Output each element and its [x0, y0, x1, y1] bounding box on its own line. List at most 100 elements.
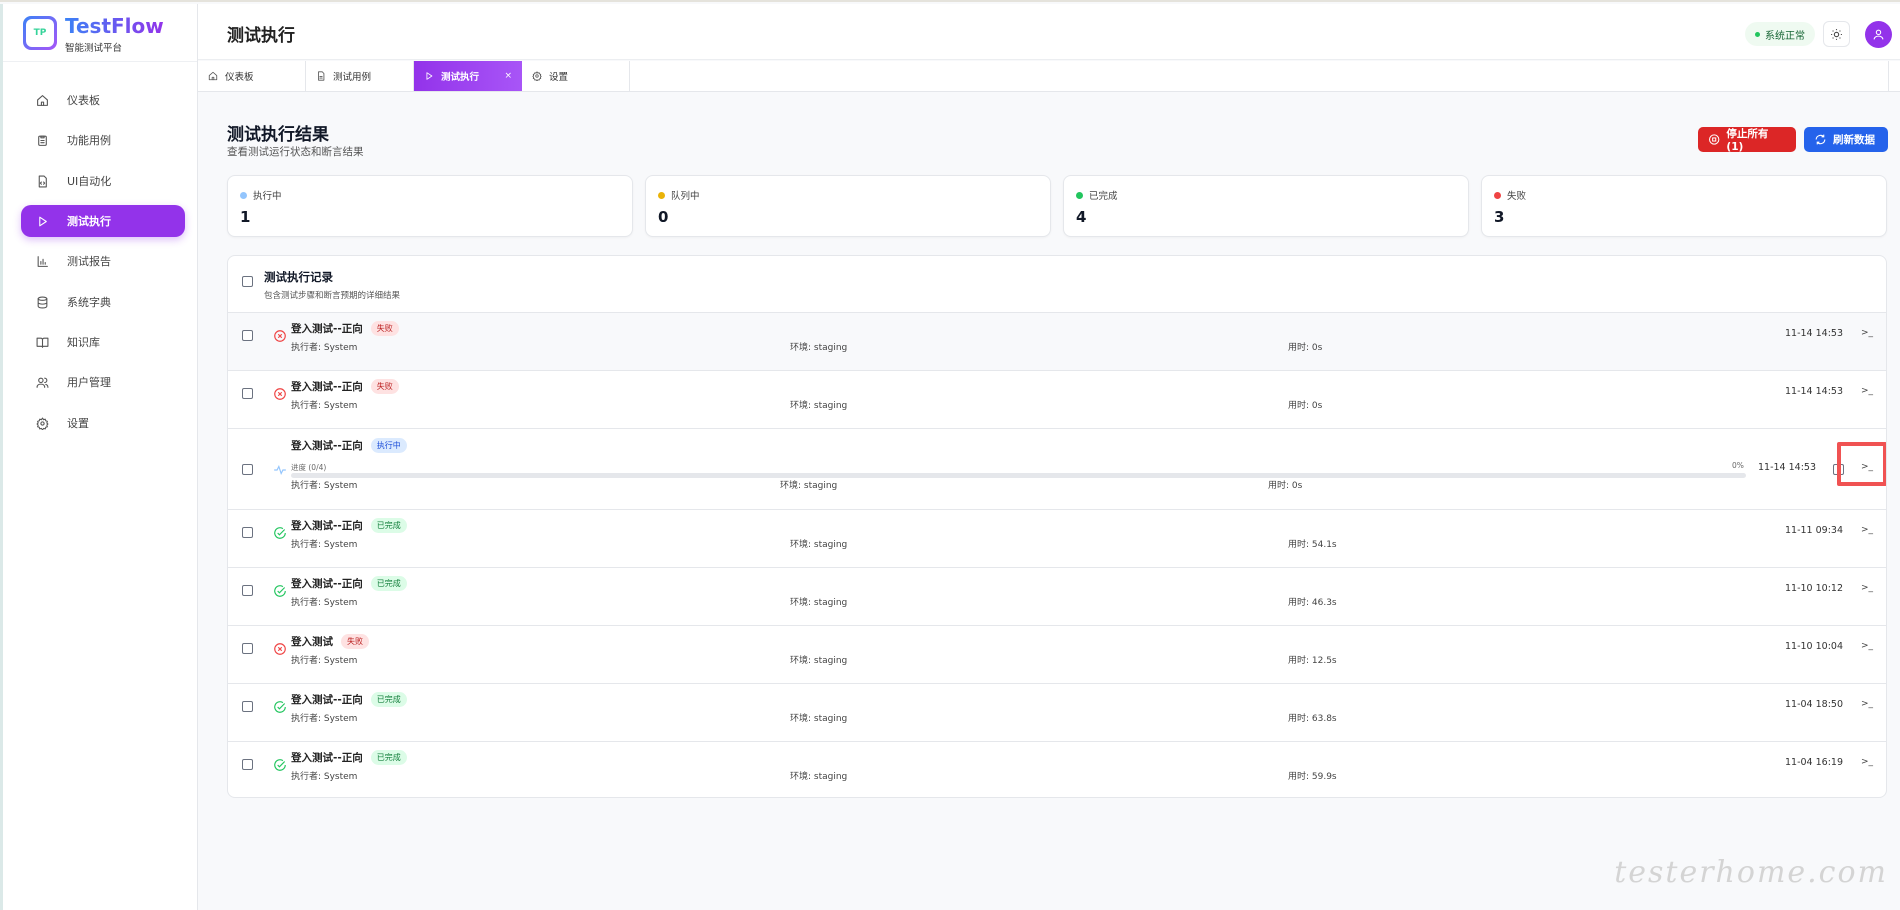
sidebar-item-8[interactable]: 设置 — [21, 407, 185, 439]
table-row[interactable]: 登入测试--正向 已完成 执行者: System 环境: staging 用时: … — [228, 510, 1886, 568]
tab-1[interactable]: 测试用例 — [306, 61, 414, 91]
sidebar-item-label: 仪表板 — [67, 94, 100, 107]
row-checkbox[interactable] — [242, 330, 253, 341]
row-checkbox[interactable] — [242, 388, 253, 399]
home-icon — [36, 94, 48, 106]
file-icon — [318, 71, 325, 81]
executor: 执行者: System — [291, 343, 358, 353]
terminal-log-button[interactable]: >_ — [1861, 757, 1873, 767]
user-avatar-button[interactable] — [1865, 21, 1892, 48]
progress-label: 进度 (0/4) — [291, 463, 327, 472]
terminal-log-button[interactable]: >_ — [1861, 583, 1873, 593]
sidebar-item-5[interactable]: 系统字典 — [21, 286, 185, 318]
sidebar-item-7[interactable]: 用户管理 — [21, 366, 185, 398]
table-row[interactable]: 登入测试--正向 已完成 执行者: System 环境: staging 用时: … — [228, 742, 1886, 797]
brand-subtitle: 智能测试平台 — [65, 43, 123, 54]
status-badge: 已完成 — [370, 518, 407, 533]
stat-card: 队列中 0 — [645, 175, 1051, 237]
tab-0[interactable]: 仪表板 — [198, 61, 306, 91]
test-name: 登入测试--正向 — [291, 323, 363, 335]
stat-label: 已完成 — [1089, 191, 1118, 202]
select-all-checkbox[interactable] — [242, 276, 253, 287]
timestamp: 11-14 14:53 — [1785, 386, 1844, 397]
stat-label: 队列中 — [671, 191, 700, 202]
sidebar-item-1[interactable]: 功能用例 — [21, 124, 185, 156]
x-circle-icon — [274, 388, 286, 400]
terminal-log-button[interactable]: >_ — [1861, 386, 1873, 396]
terminal-log-button[interactable]: >_ — [1861, 462, 1873, 472]
test-name: 登入测试--正向 — [291, 440, 363, 452]
duration: 用时: 0s — [1268, 481, 1303, 491]
tab-label: 设置 — [549, 72, 569, 83]
duration: 用时: 63.8s — [1288, 714, 1337, 724]
row-checkbox[interactable] — [242, 464, 253, 475]
table-row[interactable]: 登入测试--正向 已完成 执行者: System 环境: staging 用时: … — [228, 568, 1886, 626]
status-icon — [273, 462, 287, 476]
table-row[interactable]: 登入测试--正向 失败 执行者: System 环境: staging 用时: 0… — [228, 313, 1886, 371]
sidebar-item-4[interactable]: 测试报告 — [21, 245, 185, 277]
stat-value: 0 — [658, 208, 669, 226]
environment: 环境: staging — [790, 540, 848, 550]
logo-mark: TP — [26, 19, 54, 47]
play-icon-wrap — [35, 214, 49, 228]
stat-card: 失败 3 — [1481, 175, 1887, 237]
tab-label: 测试用例 — [333, 72, 372, 83]
tab-3[interactable]: 设置 — [522, 61, 630, 91]
executor: 执行者: System — [291, 481, 358, 491]
book-icon — [36, 337, 48, 348]
refresh-label: 刷新数据 — [1833, 134, 1875, 146]
timestamp: 11-04 16:19 — [1785, 757, 1844, 768]
executor: 执行者: System — [291, 540, 358, 550]
table-row[interactable]: 登入测试--正向 已完成 执行者: System 环境: staging 用时: … — [228, 684, 1886, 742]
terminal-log-button[interactable]: >_ — [1861, 525, 1873, 535]
test-name: 登入测试--正向 — [291, 520, 363, 532]
stop-circle-icon — [1709, 134, 1720, 145]
executor: 执行者: System — [291, 656, 358, 666]
x-circle-icon — [274, 643, 286, 655]
theme-toggle-button[interactable] — [1823, 21, 1850, 47]
timestamp: 11-14 14:53 — [1785, 328, 1844, 339]
row-checkbox[interactable] — [242, 585, 253, 596]
watermark: testerhome.com — [1614, 855, 1888, 890]
play-icon — [38, 216, 47, 226]
tab-2[interactable]: 测试执行 × — [414, 61, 522, 91]
stat-label: 失败 — [1507, 191, 1527, 202]
status-badge: 失败 — [341, 634, 369, 649]
test-name: 登入测试--正向 — [291, 578, 363, 590]
table-row[interactable]: 登入测试 失败 执行者: System 环境: staging 用时: 12.5s… — [228, 626, 1886, 684]
timestamp: 11-10 10:04 — [1785, 641, 1844, 652]
terminal-log-button[interactable]: >_ — [1861, 328, 1873, 338]
status-badge: 失败 — [370, 321, 399, 336]
table-row[interactable]: 登入测试--正向 失败 执行者: System 环境: staging 用时: 0… — [228, 371, 1886, 429]
sidebar-item-6[interactable]: 知识库 — [21, 326, 185, 358]
sidebar-item-2[interactable]: UI自动化 — [21, 165, 185, 197]
row-checkbox[interactable] — [242, 701, 253, 712]
system-status-badge: 系统正常 — [1745, 22, 1815, 46]
duration: 用时: 46.3s — [1288, 598, 1337, 608]
terminal-log-button[interactable]: >_ — [1861, 699, 1873, 709]
tab-close-button[interactable]: × — [504, 71, 512, 81]
sidebar-item-0[interactable]: 仪表板 — [21, 84, 185, 116]
sidebar-item-label: 用户管理 — [67, 376, 111, 389]
user-icon — [1873, 29, 1884, 40]
row-checkbox[interactable] — [242, 527, 253, 538]
row-checkbox[interactable] — [242, 759, 253, 770]
sidebar-item-3[interactable]: 测试执行 — [21, 205, 185, 237]
tab-bar: 仪表板 测试用例 测试执行 × 设置 — [198, 61, 1900, 92]
stop-all-button[interactable]: 停止所有 (1) — [1698, 127, 1796, 153]
page-title: 测试执行结果 — [227, 125, 329, 145]
environment: 环境: staging — [790, 401, 848, 411]
stat-card: 执行中 1 — [227, 175, 633, 237]
environment: 环境: staging — [790, 656, 848, 666]
divider — [3, 61, 197, 62]
bar-chart-icon-wrap — [35, 254, 49, 268]
row-checkbox[interactable] — [242, 643, 253, 654]
refresh-button[interactable]: 刷新数据 — [1804, 127, 1888, 152]
table-row[interactable]: 登入测试--正向 执行中 进度 (0/4) 0% 执行者: System 环境: s… — [228, 429, 1886, 510]
terminal-log-button[interactable]: >_ — [1861, 641, 1873, 651]
tab-scroll-button[interactable] — [1888, 61, 1894, 92]
status-dot-icon — [1755, 31, 1760, 37]
executor: 执行者: System — [291, 772, 358, 782]
status-icon — [273, 757, 287, 771]
timestamp: 11-14 14:53 — [1758, 462, 1817, 473]
